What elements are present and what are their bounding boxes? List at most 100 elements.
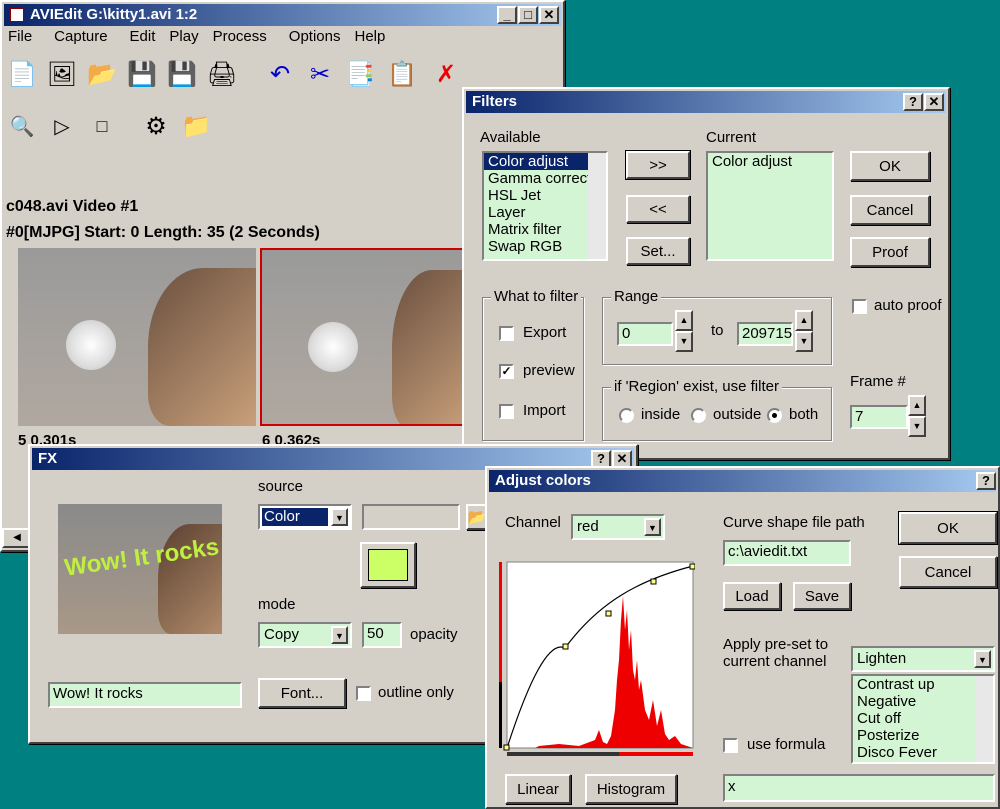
stop-icon[interactable]: □ [86,110,118,142]
import-checkbox[interactable] [499,404,514,419]
cancel-button[interactable]: Cancel [850,195,930,225]
frame-number-spinner[interactable]: ▲ ▼ [908,395,926,437]
export-checkbox[interactable] [499,326,514,341]
menu-capture[interactable]: Capture [54,28,129,50]
curve-histogram-plot[interactable] [499,560,695,760]
app-icon [10,8,24,23]
range-from-input[interactable]: 0 [617,322,673,346]
curve-point[interactable] [562,643,569,650]
frame-thumbnail-1[interactable] [18,248,256,426]
inside-radio[interactable] [619,408,634,423]
region-group: if 'Region' exist, use filter inside out… [602,378,832,441]
cancel-button[interactable]: Cancel [899,556,997,588]
menu-process[interactable]: Process [213,28,289,50]
list-item[interactable]: Negative [853,693,993,710]
zoom-icon[interactable]: 🔍 [6,110,38,142]
linear-button[interactable]: Linear [505,774,571,804]
print-icon[interactable]: 🖨 [206,58,238,90]
range-to-value: 209715 [742,325,793,342]
curve-point[interactable] [650,578,657,585]
fx-text-input[interactable]: Wow! It rocks [48,682,242,708]
opacity-input[interactable]: 50 [362,622,402,648]
folder-icon[interactable]: 📁 [180,110,212,142]
list-item[interactable]: Posterize [853,727,993,744]
use-formula-label: use formula [747,736,826,753]
formula-input[interactable]: x [723,774,995,802]
main-titlebar: AVIEdit G:\kitty1.avi 1:2 [4,4,561,26]
delete-icon[interactable]: ✗ [430,58,462,90]
outline-only-checkbox[interactable] [356,686,371,701]
list-item[interactable]: Color adjust [708,153,832,170]
proof-button[interactable]: Proof [850,237,930,267]
maximize-button[interactable]: □ [518,6,538,24]
chevron-down-icon[interactable]: ▼ [331,626,348,644]
curve-path-input[interactable]: c:\aviedit.txt [723,540,851,566]
both-radio[interactable] [767,408,782,423]
ok-button[interactable]: OK [850,151,930,181]
outside-radio[interactable] [691,408,706,423]
list-scrollbar[interactable] [588,153,606,259]
minimize-button[interactable]: _ [497,6,517,24]
channel-select[interactable]: red ▼ [571,514,665,540]
range-from-spinner[interactable]: ▲ ▼ [675,310,693,352]
mode-select[interactable]: Copy ▼ [258,622,352,648]
font-button[interactable]: Font... [258,678,346,708]
open-folder-icon[interactable]: 📂 [86,58,118,90]
menu-options[interactable]: Options [289,28,355,50]
curve-point[interactable] [605,610,612,617]
new-file-icon[interactable]: 📄 [6,58,38,90]
paste-icon[interactable]: 📋 [386,58,418,90]
opacity-value: 50 [367,625,384,642]
color-swatch-button[interactable] [360,542,416,588]
remove-filter-button[interactable]: << [626,195,690,223]
use-formula-checkbox[interactable] [723,738,738,753]
available-filters-list[interactable]: Color adjust Gamma correcti HSL Jet Laye… [482,151,608,261]
save-button[interactable]: Save [793,582,851,610]
auto-proof-checkbox[interactable] [852,299,867,314]
range-to-input[interactable]: 209715 [737,322,793,346]
curve-point[interactable] [503,744,510,751]
mode-value: Copy [264,626,300,643]
preset-list[interactable]: Contrast up Negative Cut off Posterize D… [851,674,995,764]
menu-file[interactable]: File [6,28,54,50]
curve-point[interactable] [689,563,695,570]
set-filter-button[interactable]: Set... [626,237,690,265]
save-icon[interactable]: 💾 [126,58,158,90]
source-select[interactable]: Color ▼ [258,504,352,530]
help-button[interactable]: ? [976,472,996,490]
add-filter-button[interactable]: >> [625,150,691,180]
what-to-filter-label: What to filter [491,288,582,305]
undo-icon[interactable]: ↶ [264,58,296,90]
close-button[interactable]: ✕ [539,6,559,24]
preset-select[interactable]: Lighten ▼ [851,646,995,672]
fx-preview-image: Wow! It rocks [58,504,222,634]
menu-help[interactable]: Help [354,28,385,50]
chevron-down-icon[interactable]: ▼ [331,508,348,526]
chevron-down-icon[interactable]: ▼ [644,518,661,536]
close-button[interactable]: ✕ [924,93,944,111]
menu-edit[interactable]: Edit [130,28,170,50]
play-icon[interactable]: ▷ [46,110,78,142]
list-item[interactable]: Disco Fever [853,744,993,761]
list-item[interactable]: Cut off [853,710,993,727]
copy-icon[interactable]: 📑 [344,58,376,90]
current-filters-list[interactable]: Color adjust [706,151,834,261]
curve-path-label: Curve shape file path [723,514,865,531]
ok-button[interactable]: OK [898,511,998,545]
list-item[interactable]: Contrast up [853,676,993,693]
process-gear-icon[interactable]: ⚙ [140,110,172,142]
chevron-down-icon[interactable]: ▼ [974,650,991,668]
menu-play[interactable]: Play [169,28,212,50]
list-scrollbar[interactable] [975,676,993,762]
source-path-input[interactable] [362,504,460,530]
export-icon[interactable]: 💾 [166,58,198,90]
cut-icon[interactable]: ✂ [304,58,336,90]
help-button[interactable]: ? [903,93,923,111]
frame-thumbnail-2[interactable] [260,248,466,426]
histogram-button[interactable]: Histogram [585,774,677,804]
bmp-icon[interactable]: 🖼 [46,58,78,90]
preview-checkbox[interactable]: ✓ [499,364,514,379]
frame-number-input[interactable]: 7 [850,405,908,429]
range-to-spinner[interactable]: ▲ ▼ [795,310,813,352]
load-button[interactable]: Load [723,582,781,610]
